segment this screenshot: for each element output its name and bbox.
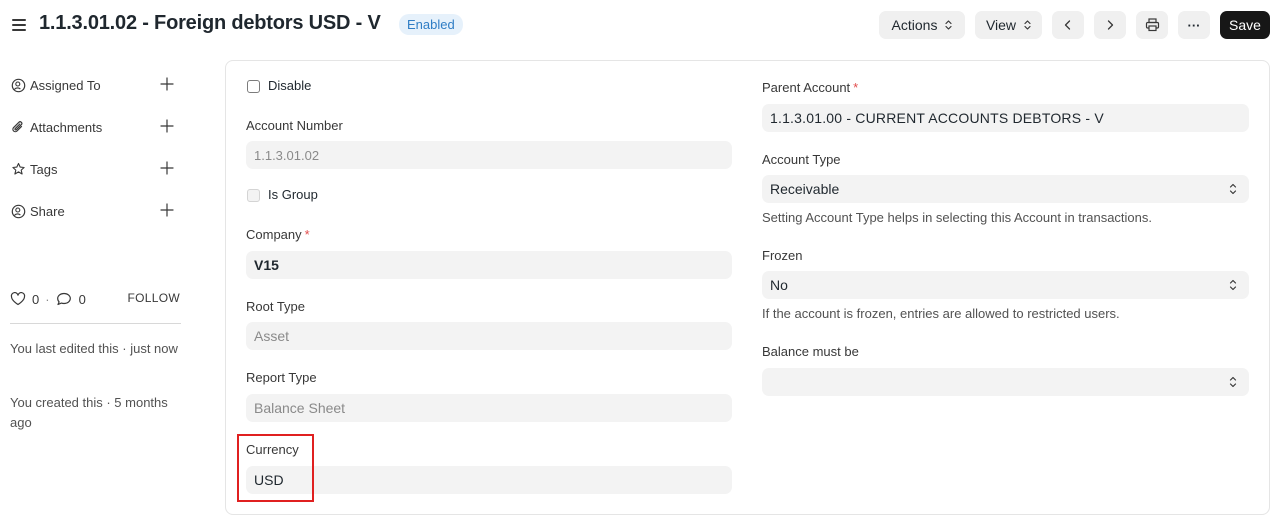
comment-count: 0 <box>78 291 86 307</box>
is-group-label: Is Group <box>268 187 318 202</box>
sidebar-item-label: Share <box>30 203 65 219</box>
currency-highlight-box <box>237 434 314 502</box>
account-number-label: Account Number <box>246 118 343 133</box>
next-record-button[interactable] <box>1094 11 1126 39</box>
updown-caret-icon <box>1229 183 1237 195</box>
account-type-label: Account Type <box>762 152 841 167</box>
plus-icon[interactable] <box>160 161 174 175</box>
report-type-field: Balance Sheet <box>246 394 732 422</box>
currency-field[interactable]: USD <box>246 466 732 494</box>
previous-record-button[interactable] <box>1052 11 1084 39</box>
sidebar-item-label: Tags <box>30 161 58 177</box>
save-button[interactable]: Save <box>1220 11 1270 39</box>
actions-button[interactable]: Actions <box>879 11 965 39</box>
actions-label: Actions <box>891 17 938 33</box>
frozen-value: No <box>770 277 788 293</box>
sidebar-item-tags[interactable]: Tags <box>10 158 180 180</box>
updown-caret-icon <box>1229 279 1237 291</box>
company-field[interactable]: V15 <box>246 251 732 279</box>
separator: · <box>45 291 50 307</box>
frozen-help: If the account is frozen, entries are al… <box>762 306 1120 321</box>
root-type-label: Root Type <box>246 299 306 314</box>
like-count: 0 <box>32 291 40 307</box>
parent-account-label: Parent Account * <box>762 80 858 95</box>
balance-must-be-select[interactable] <box>762 368 1249 396</box>
sidebar-divider <box>10 323 181 324</box>
parent-account-label-text: Parent Account <box>762 80 851 95</box>
report-type-label: Report Type <box>246 370 317 385</box>
required-marker: * <box>304 227 310 242</box>
company-label: Company * <box>246 227 310 242</box>
heart-icon[interactable] <box>10 292 26 306</box>
share-user-icon <box>10 203 26 219</box>
is-group-checkbox <box>247 189 260 202</box>
root-type-field: Asset <box>246 322 732 350</box>
frozen-select[interactable]: No <box>762 271 1249 299</box>
print-button[interactable] <box>1136 11 1168 39</box>
last-edited-note: You last edited this · just now <box>10 341 178 356</box>
assign-user-icon <box>10 77 26 93</box>
view-button[interactable]: View <box>975 11 1042 39</box>
updown-caret-icon <box>1024 19 1031 31</box>
menu-icon[interactable] <box>12 17 26 33</box>
sidebar-item-assigned-to[interactable]: Assigned To <box>10 74 180 96</box>
plus-icon[interactable] <box>160 77 174 91</box>
plus-icon[interactable] <box>160 119 174 133</box>
parent-account-field[interactable]: 1.1.3.01.00 - CURRENT ACCOUNTS DEBTORS -… <box>762 104 1249 132</box>
plus-icon[interactable] <box>160 203 174 217</box>
status-badge: Enabled <box>399 14 463 35</box>
account-number-field[interactable]: 1.1.3.01.02 <box>246 141 732 169</box>
disable-checkbox[interactable] <box>247 80 260 93</box>
disable-label: Disable <box>268 78 312 93</box>
sidebar-item-label: Assigned To <box>30 77 101 93</box>
frozen-label: Frozen <box>762 248 803 263</box>
account-type-select[interactable]: Receivable <box>762 175 1249 203</box>
more-options-button[interactable]: ··· <box>1178 11 1210 39</box>
view-label: View <box>985 17 1017 33</box>
tag-icon <box>10 161 26 177</box>
required-marker: * <box>853 80 859 95</box>
account-type-help: Setting Account Type helps in selecting … <box>762 210 1152 225</box>
sidebar-item-attachments[interactable]: Attachments <box>10 116 180 138</box>
chevron-left-icon <box>1064 20 1071 30</box>
printer-icon <box>1145 18 1159 32</box>
account-type-value: Receivable <box>770 181 840 197</box>
comment-icon[interactable] <box>56 292 72 306</box>
balance-must-be-label: Balance must be <box>762 344 859 359</box>
sidebar-item-share[interactable]: Share <box>10 200 180 222</box>
sidebar-item-label: Attachments <box>30 119 103 135</box>
follow-button[interactable]: FOLLOW <box>128 291 180 305</box>
company-label-text: Company <box>246 227 302 242</box>
updown-caret-icon <box>945 19 953 31</box>
updown-caret-icon <box>1229 376 1237 388</box>
created-note: You created this · 5 months ago <box>10 395 168 430</box>
chevron-right-icon <box>1107 20 1114 30</box>
social-bar: 0 · 0 FOLLOW <box>10 289 180 309</box>
page-title: 1.1.3.01.02 - Foreign debtors USD - V <box>39 12 381 34</box>
more-icon: ··· <box>1187 17 1201 33</box>
paperclip-icon <box>10 119 26 135</box>
